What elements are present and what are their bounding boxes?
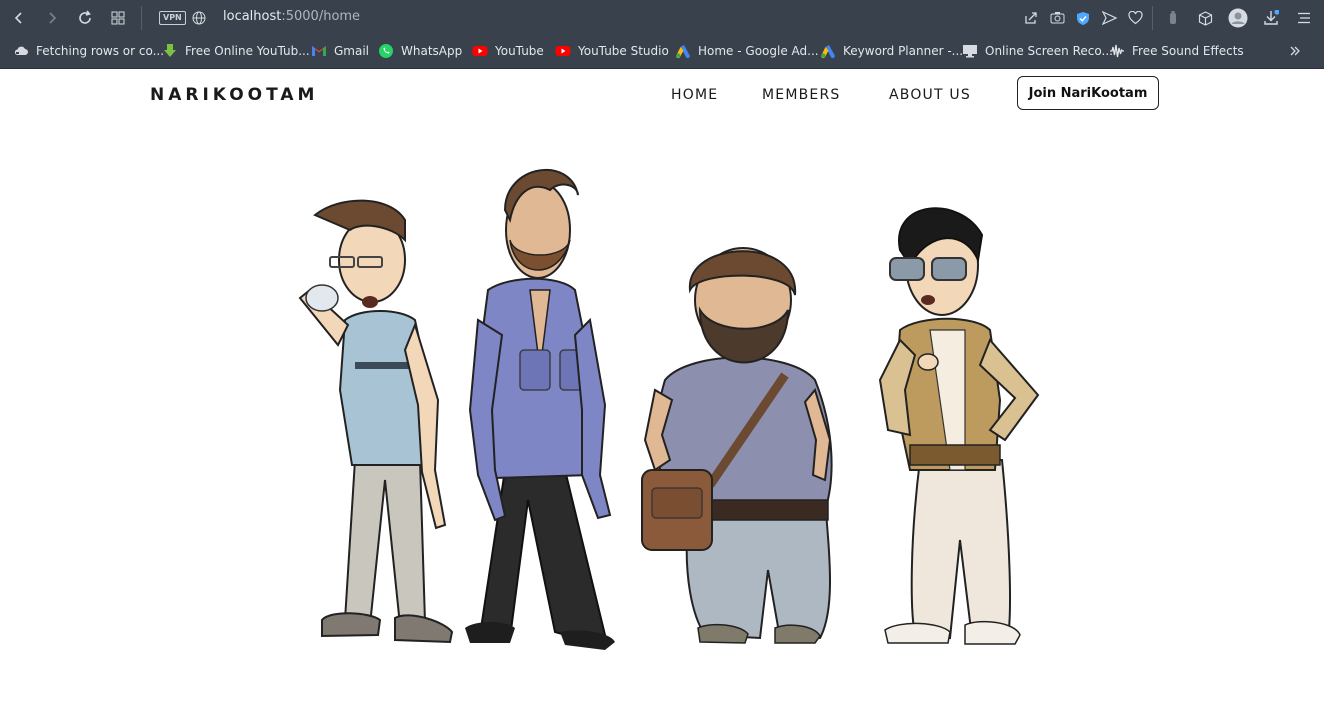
bookmark-item[interactable]: WhatsApp	[378, 42, 462, 60]
bookmark-item[interactable]: Fetching rows or co...	[13, 42, 164, 60]
bookmark-item[interactable]: YouTube Studio	[555, 42, 669, 60]
share-icon[interactable]	[1019, 6, 1043, 30]
bookmark-item[interactable]: Free Sound Effects	[1109, 42, 1244, 60]
bookmark-item[interactable]: Online Screen Reco...	[962, 42, 1113, 60]
url-host: localhost	[223, 9, 282, 24]
globe-icon[interactable]	[187, 6, 211, 30]
url-path: :5000/home	[281, 9, 361, 24]
google-ads-icon	[676, 45, 690, 59]
hero-illustration	[298, 169, 1040, 650]
forward-icon[interactable]	[40, 6, 64, 30]
nav-home[interactable]: HOME	[671, 87, 718, 103]
tabs-grid-icon[interactable]	[106, 6, 130, 30]
browser-toolbar: VPN localhost:5000/home	[0, 0, 1324, 36]
shield-check-icon[interactable]	[1071, 6, 1095, 30]
bookmark-label: Keyword Planner -...	[843, 44, 964, 58]
youtube-studio-icon	[555, 46, 571, 56]
bookmark-label: Gmail	[334, 44, 370, 58]
bookmark-label: WhatsApp	[401, 44, 463, 58]
character-3	[641, 247, 833, 644]
bookmark-label: Free Online YouTub...	[185, 44, 310, 58]
send-icon[interactable]	[1097, 6, 1121, 30]
bookmark-label: YouTube	[495, 44, 544, 58]
nav-about-us[interactable]: ABOUT US	[889, 87, 971, 103]
bookmark-item[interactable]: Free Online YouTub...	[162, 42, 310, 60]
monitor-icon	[963, 45, 977, 58]
character-2	[465, 169, 615, 650]
vpn-badge[interactable]: VPN	[159, 11, 186, 25]
nav-members[interactable]: MEMBERS	[762, 87, 840, 103]
back-icon[interactable]	[7, 6, 31, 30]
toolbar-separator	[1152, 6, 1153, 30]
toolbar-separator	[141, 6, 142, 30]
bookmark-label: YouTube Studio	[578, 44, 669, 58]
bookmark-label: Home - Google Ad...	[698, 44, 819, 58]
bookmark-label: Fetching rows or co...	[36, 44, 165, 58]
more-bookmarks-icon[interactable]	[1289, 42, 1301, 60]
join-button[interactable]: Join NariKootam	[1017, 76, 1159, 110]
bookmark-item[interactable]: Gmail	[311, 42, 369, 60]
address-bar[interactable]: localhost:5000/home	[223, 9, 360, 24]
bookmark-item[interactable]: Keyword Planner -...	[820, 42, 963, 60]
character-4	[878, 207, 1040, 645]
character-1	[298, 199, 454, 644]
bookmark-item[interactable]: Home - Google Ad...	[675, 42, 819, 60]
google-ads-icon	[821, 45, 835, 59]
menu-icon[interactable]	[1292, 6, 1316, 30]
browser-chrome: VPN localhost:5000/home Fetching rows or…	[0, 0, 1324, 68]
bookmark-label: Online Screen Reco...	[985, 44, 1113, 58]
cube-icon[interactable]	[1193, 6, 1217, 30]
bookmarks-bar: Fetching rows or co... Free Online YouTu…	[0, 38, 1324, 64]
bookmark-label: Free Sound Effects	[1132, 44, 1244, 58]
download-arrow-icon	[164, 44, 176, 57]
whatsapp-icon	[379, 44, 393, 58]
youtube-icon	[472, 46, 488, 56]
site-logo[interactable]: NARIKOOTAM	[150, 85, 318, 105]
battery-icon[interactable]	[1161, 6, 1185, 30]
profile-avatar-icon[interactable]	[1226, 6, 1250, 30]
heart-icon[interactable]	[1123, 6, 1147, 30]
chrome-divider	[0, 68, 1324, 69]
bookmark-item[interactable]: YouTube	[472, 42, 544, 60]
camera-icon[interactable]	[1045, 6, 1069, 30]
gmail-icon	[312, 46, 326, 56]
waveform-icon	[1110, 44, 1124, 58]
reload-icon[interactable]	[73, 6, 97, 30]
cloud-icon	[14, 46, 28, 55]
download-icon[interactable]	[1259, 6, 1283, 30]
